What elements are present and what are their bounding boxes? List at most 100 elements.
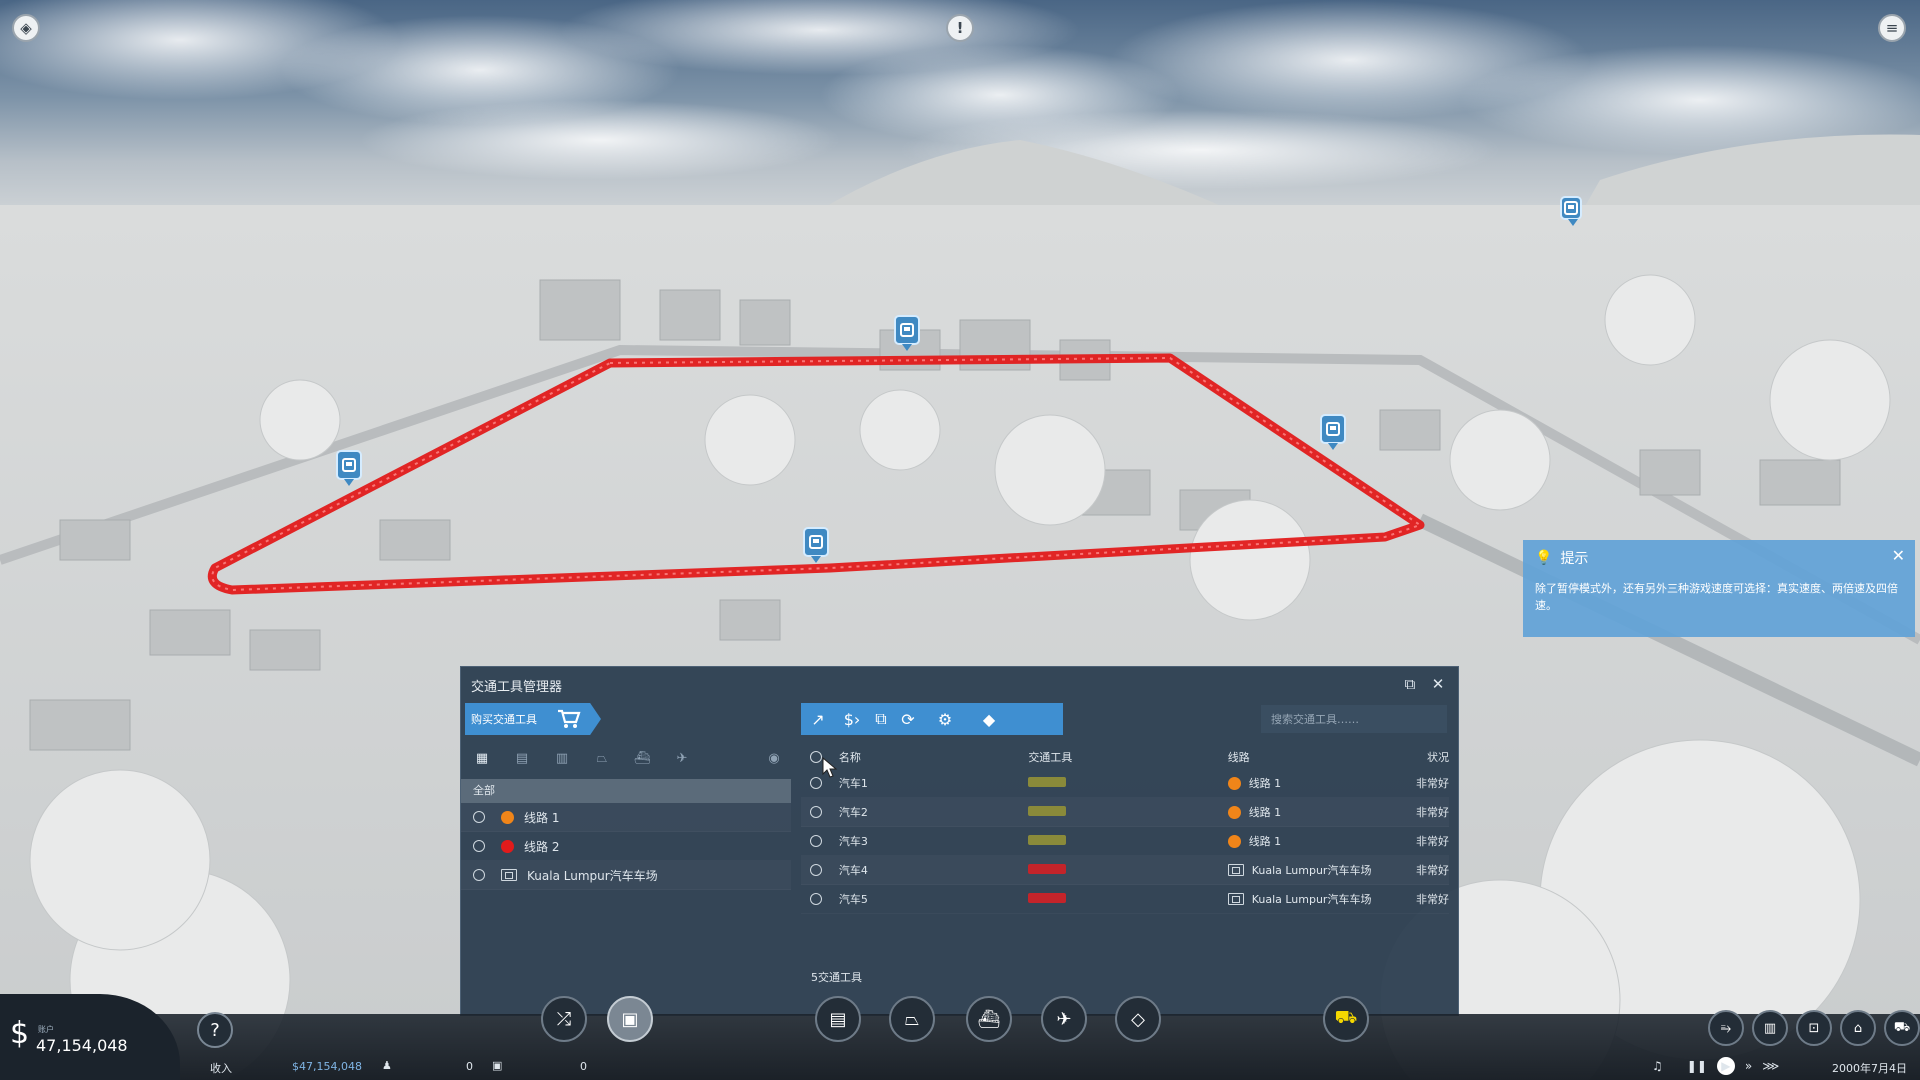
passenger-value: 0	[466, 1060, 473, 1073]
layers-icon: ◈	[20, 19, 32, 37]
fast-forward-icon[interactable]: »	[1745, 1059, 1752, 1073]
tram-mode-button[interactable]: ▤	[815, 996, 861, 1042]
vehicle-line: Kuala Lumpur汽车车场	[1251, 893, 1372, 906]
bus-station-marker[interactable]	[1560, 196, 1582, 226]
tip-close-button[interactable]: ✕	[1892, 546, 1905, 565]
terrain-icon: ◇	[1131, 1008, 1145, 1030]
terrain-mode-button[interactable]: ◇	[1115, 996, 1161, 1042]
select-all-radio[interactable]	[809, 751, 822, 763]
radio-button[interactable]	[809, 777, 822, 789]
factory-tool-icon[interactable]: ⌂	[1840, 1010, 1876, 1046]
layers-button[interactable]: ◈	[12, 14, 40, 42]
radio-button[interactable]	[809, 864, 822, 876]
replace-vehicle-icon[interactable]: ⟳	[893, 703, 923, 735]
radio-button[interactable]	[809, 806, 822, 818]
vehicle-status: 非常好	[1416, 893, 1449, 906]
bus-station-marker[interactable]	[336, 450, 362, 486]
vehicle-thumbnail	[1028, 863, 1067, 874]
radio-button[interactable]	[809, 893, 822, 905]
vehicle-manager-window: 交通工具管理器 ⧉ ✕ 购买交通工具 ▦ ▤ ▥ ⏢ ⛴ ✈ ◉ 全部 线路 1	[460, 666, 1459, 1016]
eye-icon[interactable]: ◉	[763, 749, 785, 767]
music-icon[interactable]: ♫	[1652, 1059, 1663, 1073]
vehicle-status: 非常好	[1416, 864, 1449, 877]
depot-icon	[1227, 893, 1244, 905]
vehicle-name: 汽车4	[838, 864, 868, 877]
search-vehicle-input[interactable]	[1261, 705, 1447, 733]
money-value: 47,154,048	[36, 1036, 128, 1055]
game-date: 2000年7月4日	[1832, 1062, 1907, 1075]
alert-button[interactable]: !	[946, 14, 974, 42]
hud-bar	[0, 1014, 1920, 1080]
list-item[interactable]: 线路 1	[461, 803, 791, 832]
table-row[interactable]: 汽车3 线路 1 非常好	[801, 827, 1449, 856]
line-name: Kuala Lumpur汽车车场	[527, 868, 658, 883]
table-row[interactable]: 汽车4 Kuala Lumpur汽车车场 非常好	[801, 856, 1449, 885]
list-item[interactable]: 线路 2	[461, 832, 791, 861]
radio-button[interactable]	[473, 869, 485, 881]
exclamation-icon: !	[956, 19, 964, 37]
train-mode-button[interactable]: ⏢	[889, 996, 935, 1042]
train-filter-icon[interactable]: ⏢	[591, 749, 613, 767]
line-color-dot	[501, 839, 514, 853]
vehicle-thumbnail	[1028, 834, 1067, 845]
col-name[interactable]: 名称	[831, 749, 1028, 765]
mouse-cursor-icon	[822, 757, 838, 778]
play-icon[interactable]: ▶	[1716, 1057, 1735, 1075]
ship-mode-button[interactable]: ⛴	[966, 996, 1012, 1042]
bus-mode-button[interactable]: ▣	[607, 996, 653, 1042]
bulldozer-button[interactable]: ⛟	[1323, 996, 1369, 1042]
vehicle-count: 5交通工具	[811, 971, 862, 984]
clone-vehicle-icon[interactable]: ⧉	[869, 703, 893, 735]
vehicle-status: 非常好	[1416, 806, 1449, 819]
main-menu-button[interactable]: ≡	[1878, 14, 1906, 42]
vehicle-thumbnail	[1028, 805, 1067, 816]
send-vehicle-icon[interactable]: ↗	[801, 703, 835, 735]
station-tool-icon[interactable]: ⊡	[1796, 1010, 1832, 1046]
vehicle-tool-icon[interactable]: ⛟	[1884, 1010, 1920, 1046]
close-icon[interactable]: ✕	[1429, 675, 1447, 693]
list-item[interactable]: Kuala Lumpur汽车车场	[461, 861, 791, 890]
sell-vehicle-icon[interactable]: $›	[835, 703, 869, 735]
tram-filter-icon[interactable]: ▥	[551, 749, 573, 767]
table-row[interactable]: 汽车2 线路 1 非常好	[801, 798, 1449, 827]
bus-icon	[809, 535, 823, 549]
buy-vehicle-button[interactable]: 购买交通工具	[465, 703, 601, 735]
vehicle-rows: 汽车1 线路 1 非常好 汽车2 线路 1 非常好 汽车3 线路 1 非常好 汽…	[801, 769, 1449, 914]
grid-all-icon[interactable]: ▦	[471, 749, 493, 767]
route-shuffle-button[interactable]: ⤮	[541, 996, 587, 1042]
settings-gear-icon[interactable]: ⚙	[923, 703, 967, 735]
depot-tool-icon[interactable]: ▥	[1752, 1010, 1788, 1046]
table-row[interactable]: 汽车1 线路 1 非常好	[801, 769, 1449, 798]
radio-button[interactable]	[473, 840, 485, 852]
bus-station-marker[interactable]	[803, 527, 829, 563]
table-header: 名称 交通工具 线路 状况	[801, 745, 1449, 769]
fastest-forward-icon[interactable]: ⋙	[1762, 1059, 1779, 1073]
vehicle-line: 线路 1	[1248, 835, 1282, 848]
vehicle-line: Kuala Lumpur汽车车场	[1251, 864, 1372, 877]
route-tool-icon[interactable]: ⥱	[1708, 1010, 1744, 1046]
popout-icon[interactable]: ⧉	[1401, 675, 1419, 693]
window-titlebar[interactable]: 交通工具管理器 ⧉ ✕	[461, 667, 1458, 701]
pause-icon[interactable]: ❚❚	[1687, 1059, 1707, 1073]
vehicle-status: 非常好	[1416, 835, 1449, 848]
bus-station-marker[interactable]	[1320, 414, 1346, 450]
radio-button[interactable]	[473, 811, 485, 823]
line-list: 全部 线路 1 线路 2 Kuala Lumpur汽车车场	[461, 779, 791, 890]
col-line[interactable]: 线路	[1228, 749, 1397, 765]
passenger-icon: ♟	[382, 1059, 392, 1072]
col-vehicle[interactable]: 交通工具	[1028, 749, 1227, 765]
bus-filter-icon[interactable]: ▤	[511, 749, 533, 767]
line-name: 线路 2	[524, 839, 560, 854]
table-row[interactable]: 汽车5 Kuala Lumpur汽车车场 非常好	[801, 885, 1449, 914]
tip-title: 提示	[1560, 551, 1589, 567]
game-speed-controls: ♫ ❚❚ ▶ » ⋙	[1652, 1057, 1779, 1075]
group-all-header[interactable]: 全部	[461, 779, 791, 803]
col-status[interactable]: 状况	[1397, 749, 1449, 765]
bus-station-marker[interactable]	[894, 315, 920, 351]
ship-filter-icon[interactable]: ⛴	[631, 749, 653, 767]
plane-mode-button[interactable]: ✈	[1041, 996, 1087, 1042]
radio-button[interactable]	[809, 835, 822, 847]
paint-bucket-icon[interactable]: ◆	[967, 703, 1011, 735]
help-button[interactable]: ?	[197, 1012, 233, 1048]
plane-filter-icon[interactable]: ✈	[671, 749, 693, 767]
